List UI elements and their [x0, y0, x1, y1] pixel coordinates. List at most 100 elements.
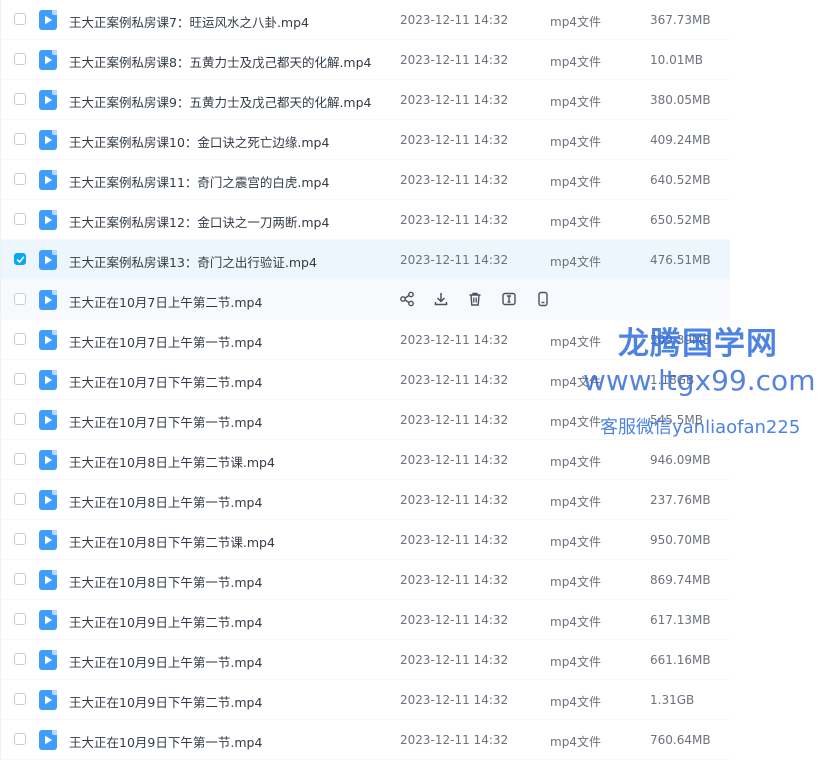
file-date: 2023-12-11 14:32 [400, 373, 509, 387]
file-name[interactable]: 王大正在10月8日下午第二节课.mp4 [69, 532, 275, 551]
file-name[interactable]: 王大正在10月9日下午第二节.mp4 [69, 692, 262, 711]
video-file-icon [39, 250, 57, 270]
file-date: 2023-12-11 14:32 [400, 573, 509, 587]
file-row[interactable]: 王大正在10月9日上午第一节.mp4 2023-12-11 14:32 mp4文件 6… [0, 640, 730, 680]
file-row[interactable]: 王大正在10月8日下午第二节课.mp4 2023-12-11 14:32 mp4文件… [0, 520, 730, 560]
file-size: 946.09MB [650, 453, 711, 467]
row-checkbox[interactable] [14, 733, 26, 745]
file-date: 2023-12-11 14:32 [400, 213, 509, 227]
row-checkbox[interactable] [14, 373, 26, 385]
download-icon[interactable] [433, 291, 451, 309]
file-date: 2023-12-11 14:32 [400, 53, 509, 67]
row-checkbox[interactable] [14, 13, 26, 25]
file-type: mp4文件 [550, 175, 601, 189]
row-checkbox[interactable] [14, 493, 26, 505]
file-date: 2023-12-11 14:32 [400, 493, 509, 507]
file-name[interactable]: 王大正在10月8日上午第一节.mp4 [69, 492, 262, 511]
file-name[interactable]: 王大正案例私房课10：金口诀之死亡边缘.mp4 [69, 132, 329, 151]
share-icon[interactable] [399, 291, 417, 309]
file-type: mp4文件 [550, 415, 601, 429]
file-row[interactable]: 王大正案例私房课8：五黄力士及戊己都天的化解.mp4 2023-12-11 14:… [0, 40, 730, 80]
row-checkbox[interactable] [14, 693, 26, 705]
file-type: mp4文件 [550, 455, 601, 469]
file-name[interactable]: 王大正案例私房课12：金口诀之一刀两断.mp4 [69, 212, 329, 231]
file-name[interactable]: 王大正案例私房课7：旺运风水之八卦.mp4 [69, 12, 309, 31]
row-checkbox[interactable] [14, 53, 26, 65]
file-size: 380.05MB [650, 93, 711, 107]
file-name[interactable]: 王大正案例私房课8：五黄力士及戊己都天的化解.mp4 [69, 52, 372, 71]
file-name[interactable]: 王大正在10月7日下午第一节.mp4 [69, 412, 262, 431]
file-date: 2023-12-11 14:32 [400, 693, 509, 707]
row-checkbox[interactable] [14, 293, 26, 305]
file-size: 367.73MB [650, 13, 711, 27]
video-file-icon [39, 650, 57, 670]
video-file-icon [39, 330, 57, 350]
watermark-url: www.ltgx99.com [583, 364, 816, 397]
file-name[interactable]: 王大正在10月7日下午第二节.mp4 [69, 372, 262, 391]
video-file-icon [39, 490, 57, 510]
file-row[interactable]: 王大正案例私房课12：金口诀之一刀两断.mp4 2023-12-11 14:32 m… [0, 200, 730, 240]
file-date: 2023-12-11 14:32 [400, 173, 509, 187]
file-row[interactable]: 王大正在10月9日下午第二节.mp4 2023-12-11 14:32 mp4文件 1… [0, 680, 730, 720]
row-checkbox[interactable] [14, 653, 26, 665]
video-file-icon [39, 50, 57, 70]
row-checkbox[interactable] [14, 253, 26, 265]
row-checkbox[interactable] [14, 333, 26, 345]
row-checkbox[interactable] [14, 133, 26, 145]
file-name[interactable]: 王大正在10月7日上午第二节.mp4 [69, 292, 262, 311]
video-file-icon [39, 570, 57, 590]
file-name[interactable]: 王大正在10月7日上午第一节.mp4 [69, 332, 262, 351]
file-name[interactable]: 王大正在10月9日上午第一节.mp4 [69, 652, 262, 671]
file-type: mp4文件 [550, 55, 601, 69]
file-row[interactable]: 王大正案例私房课9：五黄力士及戊己都天的化解.mp4 2023-12-11 14:… [0, 80, 730, 120]
file-row[interactable]: 王大正案例私房课13：奇门之出行验证.mp4 2023-12-11 14:32 mp… [0, 240, 730, 280]
row-checkbox[interactable] [14, 93, 26, 105]
video-file-icon [39, 170, 57, 190]
video-file-icon [39, 530, 57, 550]
row-checkbox[interactable] [14, 573, 26, 585]
video-file-icon [39, 690, 57, 710]
file-name[interactable]: 王大正在10月9日下午第一节.mp4 [69, 732, 262, 751]
rename-icon[interactable] [501, 291, 519, 309]
file-row[interactable]: 王大正在10月8日上午第一节.mp4 2023-12-11 14:32 mp4文件 2… [0, 480, 730, 520]
file-date: 2023-12-11 14:32 [400, 613, 509, 627]
file-row[interactable]: 王大正在10月8日下午第一节.mp4 2023-12-11 14:32 mp4文件 8… [0, 560, 730, 600]
file-date: 2023-12-11 14:32 [400, 653, 509, 667]
file-name[interactable]: 王大正案例私房课9：五黄力士及戊己都天的化解.mp4 [69, 92, 372, 111]
delete-icon[interactable] [467, 291, 485, 309]
file-size: 1.31GB [650, 693, 695, 707]
row-checkbox[interactable] [14, 453, 26, 465]
file-name[interactable]: 王大正在10月8日下午第一节.mp4 [69, 572, 262, 591]
row-checkbox[interactable] [14, 533, 26, 545]
file-name[interactable]: 王大正在10月8日上午第二节课.mp4 [69, 452, 275, 471]
file-name[interactable]: 王大正在10月9日上午第二节.mp4 [69, 612, 262, 631]
row-checkbox[interactable] [14, 213, 26, 225]
row-checkbox[interactable] [14, 173, 26, 185]
file-size: 661.16MB [650, 653, 711, 667]
video-file-icon [39, 730, 57, 750]
file-row[interactable]: 王大正在10月9日上午第二节.mp4 2023-12-11 14:32 mp4文件 6… [0, 600, 730, 640]
file-row[interactable]: 王大正案例私房课10：金口诀之死亡边缘.mp4 2023-12-11 14:32 m… [0, 120, 730, 160]
file-size: 640.52MB [650, 173, 711, 187]
file-size: 950.70MB [650, 533, 711, 547]
row-checkbox[interactable] [14, 613, 26, 625]
file-type: mp4文件 [550, 615, 601, 629]
video-file-icon [39, 10, 57, 30]
file-type: mp4文件 [550, 95, 601, 109]
file-size: 409.24MB [650, 133, 711, 147]
row-checkbox[interactable] [14, 413, 26, 425]
file-type: mp4文件 [550, 495, 601, 509]
file-name[interactable]: 王大正案例私房课13：奇门之出行验证.mp4 [69, 252, 317, 271]
file-row[interactable]: 王大正在10月9日下午第一节.mp4 2023-12-11 14:32 mp4文件 7… [0, 720, 730, 760]
file-row[interactable]: 王大正在10月7日上午第二节.mp4 [0, 280, 730, 320]
file-size: 869.74MB [650, 573, 711, 587]
file-size: 650.52MB [650, 213, 711, 227]
file-type: mp4文件 [550, 15, 601, 29]
file-row[interactable]: 王大正案例私房课7：旺运风水之八卦.mp4 2023-12-11 14:32 mp4… [0, 0, 730, 40]
watermark-title: 龙腾国学网 [618, 326, 778, 362]
mobile-icon[interactable] [535, 291, 553, 309]
file-row[interactable]: 王大正在10月8日上午第二节课.mp4 2023-12-11 14:32 mp4文件… [0, 440, 730, 480]
file-row[interactable]: 王大正案例私房课11：奇门之震宫的白虎.mp4 2023-12-11 14:32 m… [0, 160, 730, 200]
file-name[interactable]: 王大正案例私房课11：奇门之震宫的白虎.mp4 [69, 172, 329, 191]
file-date: 2023-12-11 14:32 [400, 533, 509, 547]
